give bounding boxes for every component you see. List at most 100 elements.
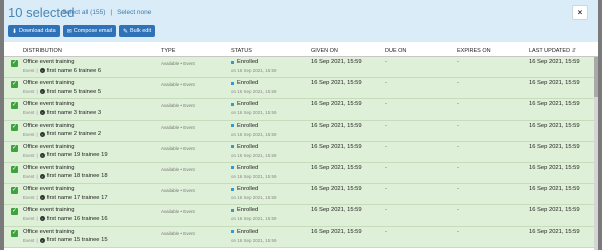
type-value: Available • Event: [161, 188, 195, 194]
table-row[interactable]: ✓ Office event training Event | › first …: [4, 120, 598, 142]
distribution-title[interactable]: Office event training: [23, 80, 74, 86]
column-given-on[interactable]: GIVEN ON: [311, 48, 338, 54]
type-value: Available • Event: [161, 61, 195, 66]
last-updated-label: LAST UPDATED: [529, 48, 571, 54]
kind-separator: |: [36, 89, 38, 95]
kind-separator: |: [36, 110, 38, 116]
row-checkbox[interactable]: ✓: [11, 208, 18, 216]
due-on-value: -: [385, 207, 387, 214]
compose-email-button[interactable]: ✉ Compose email: [62, 25, 116, 37]
kind-separator: |: [36, 216, 38, 222]
trainee-name[interactable]: first name 16 trainee 16: [47, 216, 108, 222]
status-value: Enrolled: [231, 165, 258, 171]
scrollbar-thumb[interactable]: [594, 57, 598, 97]
trainee-name[interactable]: first name 3 trainee 3: [47, 110, 101, 116]
status-dot-icon: [231, 208, 234, 212]
row-checkbox[interactable]: ✓: [11, 123, 18, 131]
download-icon: ⬇: [12, 28, 18, 35]
trainee-name[interactable]: first name 18 trainee 18: [47, 173, 108, 179]
row-checkbox[interactable]: ✓: [11, 229, 18, 237]
status-date: on 16 Sep 2021, 15:59: [231, 89, 277, 95]
row-checkbox[interactable]: ✓: [11, 81, 18, 89]
row-checkbox[interactable]: ✓: [11, 187, 18, 195]
check-icon: ✓: [11, 187, 18, 194]
check-icon: ✓: [11, 102, 18, 109]
last-updated-value: 16 Sep 2021, 15:59: [529, 143, 580, 150]
given-on-value: 16 Sep 2021, 15:59: [311, 122, 362, 129]
check-icon: ✓: [11, 229, 18, 236]
given-on-value: 16 Sep 2021, 15:59: [311, 101, 362, 108]
column-expires-on[interactable]: EXPIRES ON: [457, 48, 491, 54]
table-row[interactable]: ✓ Office event training Event | › first …: [4, 78, 598, 100]
table-row[interactable]: ✓ Office event training Event | › first …: [4, 141, 598, 163]
last-updated-value: 16 Sep 2021, 15:59: [529, 164, 580, 171]
select-all-link[interactable]: Select all (155): [62, 9, 105, 16]
row-checkbox[interactable]: ✓: [11, 165, 18, 173]
status-value: Enrolled: [231, 207, 258, 213]
status-dot-icon: [231, 60, 234, 64]
row-checkbox[interactable]: ✓: [11, 144, 18, 152]
row-checkbox[interactable]: ✓: [11, 102, 18, 110]
trainee-name[interactable]: first name 19 trainee 19: [47, 152, 108, 158]
close-button[interactable]: ×: [572, 5, 588, 20]
trainee-name[interactable]: first name 17 trainee 17: [47, 195, 108, 201]
distribution-title[interactable]: Office event training: [23, 165, 74, 171]
distribution-title[interactable]: Office event training: [23, 207, 74, 213]
envelope-icon: ✉: [66, 28, 72, 35]
download-data-button[interactable]: ⬇ Download data: [8, 25, 60, 37]
scrollbar[interactable]: [594, 57, 598, 250]
distribution-title[interactable]: Office event training: [23, 59, 74, 65]
status-value: Enrolled: [231, 101, 258, 107]
trainee-name[interactable]: first name 15 trainee 15: [47, 237, 108, 243]
table-row[interactable]: ✓ Office event training Event | › first …: [4, 226, 598, 248]
table-row[interactable]: ✓ Office event training Event | › first …: [4, 205, 598, 227]
last-updated-value: 16 Sep 2021, 15:59: [529, 80, 580, 87]
arrow-right-icon: ›: [39, 237, 45, 243]
kind-separator: |: [36, 68, 38, 73]
given-on-value: 16 Sep 2021, 15:59: [311, 59, 362, 65]
last-updated-value: 16 Sep 2021, 15:59: [529, 186, 580, 193]
distribution-title[interactable]: Office event training: [23, 123, 74, 129]
table-row[interactable]: ✓ Office event training Event | › first …: [4, 57, 598, 79]
distribution-title[interactable]: Office event training: [23, 101, 74, 107]
arrow-right-icon: ›: [39, 152, 45, 158]
column-last-updated[interactable]: LAST UPDATED ⇵: [529, 48, 576, 54]
trainee-name[interactable]: first name 2 trainee 2: [47, 131, 101, 137]
kind-separator: |: [36, 152, 38, 158]
last-updated-value: 16 Sep 2021, 15:59: [529, 228, 580, 235]
results-panel: 10 selected Select all (155) | Select none…: [4, 0, 598, 250]
status-text: Enrolled: [237, 122, 259, 129]
column-distribution[interactable]: DISTRIBUTION: [23, 48, 62, 54]
status-value: Enrolled: [231, 80, 258, 86]
table-row[interactable]: ✓ Office event training Event | › first …: [4, 99, 598, 121]
column-type[interactable]: TYPE: [161, 48, 175, 54]
bulk-edit-button[interactable]: ✎ Bulk edit: [118, 25, 156, 37]
distribution-kind: Event: [23, 131, 35, 137]
download-data-label: Download data: [19, 28, 56, 34]
due-on-value: -: [385, 80, 387, 87]
due-on-value: -: [385, 101, 387, 108]
table-row[interactable]: ✓ Office event training Event | › first …: [4, 184, 598, 206]
type-value: Available • Event: [161, 124, 195, 130]
distribution-title[interactable]: Office event training: [23, 186, 74, 192]
column-due-on[interactable]: DUE ON: [385, 48, 406, 54]
row-checkbox[interactable]: ✓: [11, 60, 18, 67]
select-none-link[interactable]: Select none: [117, 9, 151, 16]
trainee-name[interactable]: first name 6 trainee 6: [47, 68, 101, 74]
distribution-trainee: Event | › first name 16 trainee 16: [23, 216, 108, 222]
trainee-name[interactable]: first name 5 trainee 5: [47, 89, 101, 95]
type-value: Available • Event: [161, 230, 195, 236]
column-status[interactable]: STATUS: [231, 48, 252, 54]
status-date: on 16 Sep 2021, 15:59: [231, 152, 277, 158]
bulk-actions: ⬇ Download data ✉ Compose email ✎ Bulk e…: [8, 25, 156, 37]
last-updated-value: 16 Sep 2021, 15:59: [529, 59, 580, 65]
distribution-title[interactable]: Office event training: [23, 229, 74, 235]
distribution-title[interactable]: Office event training: [23, 144, 74, 150]
status-value: Enrolled: [231, 229, 258, 235]
status-date: on 16 Sep 2021, 15:59: [231, 216, 277, 222]
table-row[interactable]: ✓ Office event training Event | › first …: [4, 162, 598, 185]
status-dot-icon: [231, 166, 234, 170]
arrow-right-icon: ›: [39, 195, 45, 201]
distribution-trainee: Event | › first name 3 trainee 3: [23, 110, 101, 116]
given-on-value: 16 Sep 2021, 15:59: [311, 186, 362, 193]
